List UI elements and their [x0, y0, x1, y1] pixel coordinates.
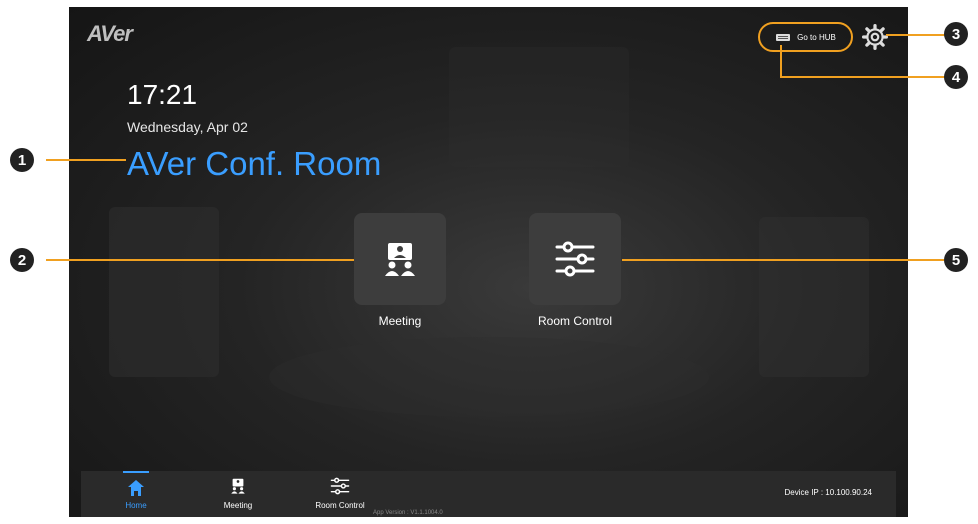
go-to-hub-button[interactable]: Go to HUB — [758, 22, 853, 52]
callout-badge-3: 3 — [944, 22, 968, 46]
background-table — [269, 337, 709, 417]
callout-line-2 — [46, 259, 354, 261]
nav-label-home: Home — [125, 501, 147, 510]
nav-label-room-control: Room Control — [315, 501, 365, 510]
room-control-tile-label: Room Control — [537, 314, 613, 328]
aver-logo: AVer — [87, 21, 133, 46]
nav-item-room-control[interactable]: Room Control — [307, 473, 373, 510]
callout-line-4-horizontal — [780, 76, 946, 78]
nav-item-meeting[interactable]: Meeting — [213, 473, 263, 510]
room-control-tile[interactable] — [529, 213, 621, 305]
meeting-tile-label: Meeting — [378, 314, 422, 328]
meeting-icon — [385, 243, 415, 276]
callout-line-5 — [622, 259, 944, 261]
hub-device-icon — [776, 34, 791, 41]
bottom-nav-bar: Home Meeting Room Control Device IP: 10… — [81, 471, 896, 517]
callout-badge-4: 4 — [944, 65, 968, 89]
background-window — [449, 47, 629, 167]
callout-badge-5: 5 — [944, 248, 968, 272]
gear-icon — [862, 24, 888, 50]
background-chair-left — [109, 207, 219, 377]
meeting-icon — [231, 478, 245, 494]
go-to-hub-label: Go to HUB — [797, 32, 836, 42]
room-name: AVer Conf. Room — [127, 145, 382, 182]
device-screen: AVer 17:21 Wednesday, Apr 02 AVer Conf. … — [69, 7, 908, 517]
settings-button[interactable] — [859, 21, 891, 53]
home-icon — [128, 480, 144, 496]
callout-line-4-vertical — [780, 45, 782, 77]
meeting-tile[interactable] — [354, 213, 446, 305]
nav-item-home[interactable]: Home — [111, 473, 161, 510]
callout-badge-1: 1 — [10, 148, 34, 172]
device-ip: Device IP : 10.100.90.24 — [784, 488, 872, 497]
clock-date: Wednesday, Apr 02 — [127, 119, 248, 135]
callout-badge-2: 2 — [10, 248, 34, 272]
app-version: App Version : V1.1.1004.0 — [373, 510, 443, 516]
callout-line-3 — [886, 34, 946, 36]
callout-line-1 — [46, 159, 126, 161]
sliders-icon — [330, 477, 350, 495]
background-chair-right — [759, 217, 869, 377]
clock-time: 17:21 — [127, 79, 198, 110]
sliders-icon — [555, 241, 595, 277]
nav-label-meeting: Meeting — [223, 501, 253, 510]
